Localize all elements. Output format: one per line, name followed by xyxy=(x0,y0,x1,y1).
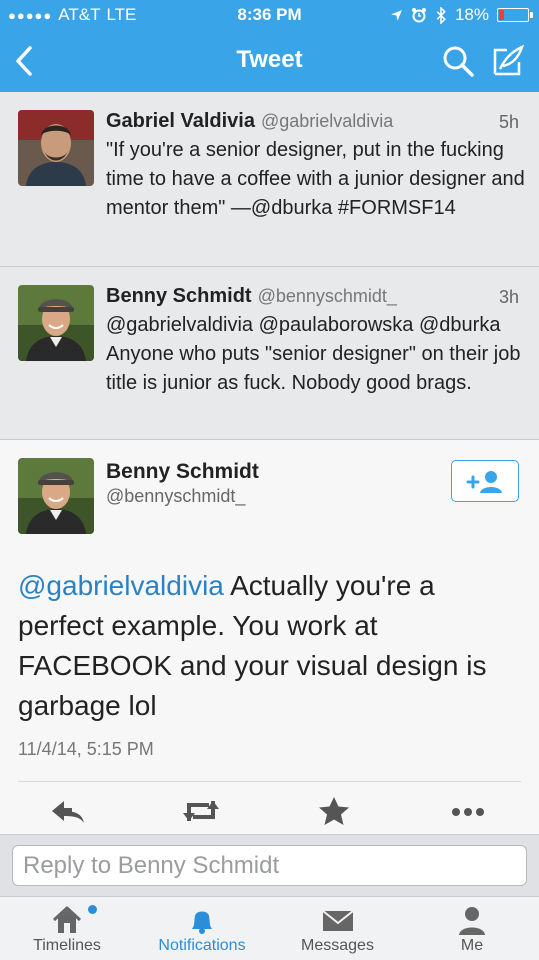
tweet-author[interactable]: Benny Schmidt @bennyschmidt_ xyxy=(106,285,397,308)
reply-input[interactable] xyxy=(12,845,527,886)
unread-dot xyxy=(88,905,97,914)
tab-messages[interactable]: Messages xyxy=(270,897,405,960)
alarm-icon xyxy=(411,8,426,23)
author-name: Gabriel Valdivia xyxy=(106,110,255,132)
avatar[interactable] xyxy=(18,110,94,186)
mention-link[interactable]: @gabrielvaldivia xyxy=(18,570,224,601)
retweet-icon[interactable] xyxy=(181,795,221,827)
reply-icon[interactable] xyxy=(48,795,88,827)
tweet-item[interactable]: Gabriel Valdivia @gabrielvaldivia 5h "If … xyxy=(0,92,539,267)
follow-button[interactable] xyxy=(451,460,519,502)
divider xyxy=(18,781,521,782)
avatar[interactable] xyxy=(18,285,94,361)
tab-label: Messages xyxy=(301,937,374,954)
author-handle: @bennyschmidt_ xyxy=(257,286,397,306)
tab-label: Notifications xyxy=(158,937,246,954)
tweet-time: 5h xyxy=(498,112,519,132)
author-handle: @gabrielvaldivia xyxy=(260,111,394,131)
battery-percent: 18% xyxy=(454,5,489,24)
compose-icon[interactable] xyxy=(491,44,525,78)
tweet-time: 3h xyxy=(498,287,519,307)
tab-notifications[interactable]: Notifications xyxy=(134,897,270,960)
tweet-text: "If you're a senior designer, put in the… xyxy=(106,139,525,219)
favorite-icon[interactable] xyxy=(314,795,354,827)
status-bar: ●●●●● AT&T LTE 8:36 PM 18% xyxy=(0,0,539,30)
nav-bar: Tweet xyxy=(0,30,539,92)
bell-icon xyxy=(192,911,212,934)
author-name: Benny Schmidt xyxy=(106,285,252,307)
tab-bar: Timelines Notifications Messages Me xyxy=(0,896,539,960)
battery-icon xyxy=(497,8,533,22)
location-arrow-icon xyxy=(391,9,402,21)
tweet-detail: Benny Schmidt @bennyschmidt_ @gabrielval… xyxy=(0,440,539,834)
tweet-text: @gabrielvaldivia Actually you're a perfe… xyxy=(18,566,518,726)
tab-me[interactable]: Me xyxy=(405,897,539,960)
tweet-text: @gabrielvaldivia @paulaborowska @dburka … xyxy=(106,314,521,394)
avatar[interactable] xyxy=(18,458,94,534)
battery-fill xyxy=(499,10,505,20)
envelope-icon xyxy=(321,910,354,931)
tweet-item[interactable]: Benny Schmidt @bennyschmidt_ 3h @gabrielv… xyxy=(0,267,539,440)
tweet-timestamp: 11/4/14, 5:15 PM xyxy=(18,739,154,759)
home-icon xyxy=(52,906,82,933)
author-handle[interactable]: @bennyschmidt_ xyxy=(106,486,245,507)
tab-label: Timelines xyxy=(33,937,101,954)
reply-bar xyxy=(0,834,539,896)
tab-label: Me xyxy=(460,937,484,954)
tweet-author[interactable]: Gabriel Valdivia @gabrielvaldivia xyxy=(106,110,393,133)
more-icon[interactable] xyxy=(448,795,488,827)
add-user-icon xyxy=(466,471,502,493)
bluetooth-icon xyxy=(436,6,446,24)
tab-timelines[interactable]: Timelines xyxy=(0,897,134,960)
author-name[interactable]: Benny Schmidt xyxy=(106,460,259,484)
status-icons: 18% xyxy=(390,5,533,25)
search-icon[interactable] xyxy=(441,44,475,78)
person-icon xyxy=(459,907,485,935)
